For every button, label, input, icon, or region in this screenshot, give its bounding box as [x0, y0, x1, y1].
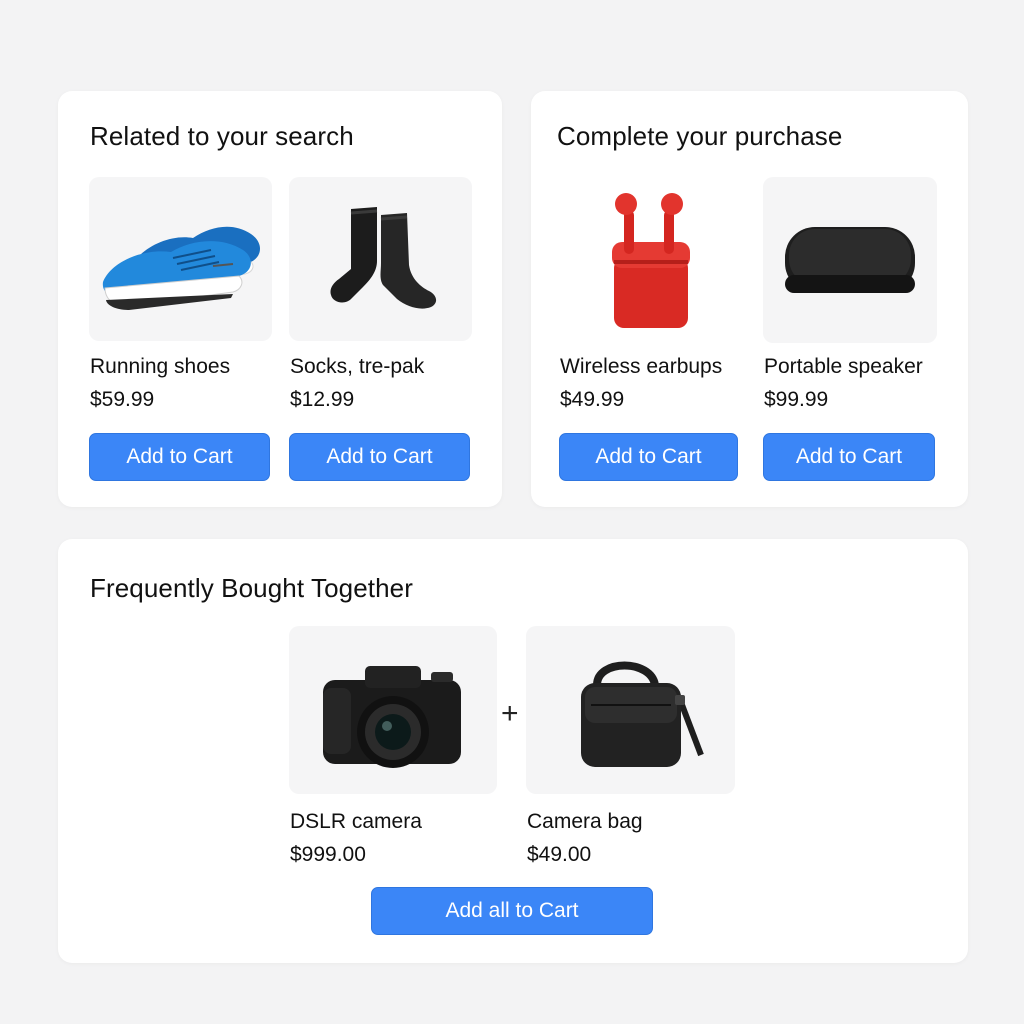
product-dslr-camera: DSLR camera $999.00: [289, 626, 497, 876]
product-camera-bag: Camera bag $49.00: [526, 626, 735, 876]
add-to-cart-button[interactable]: Add to Cart: [289, 433, 470, 481]
speaker-image[interactable]: [763, 177, 937, 343]
together-card: Frequently Bought Together DSLR camera $…: [58, 539, 968, 963]
related-title: Related to your search: [90, 121, 354, 151]
product-price: $59.99: [90, 388, 155, 411]
product-earbuds: Wireless earbups $49.99 Add to Cart: [559, 177, 739, 482]
product-name: Portable speaker: [764, 355, 923, 378]
product-price: $49.99: [560, 388, 625, 411]
product-name: Wireless earbups: [560, 355, 723, 378]
add-to-cart-button[interactable]: Add to Cart: [89, 433, 270, 481]
product-price: $12.99: [290, 388, 355, 411]
earbuds-image[interactable]: [559, 177, 739, 341]
add-all-to-cart-button[interactable]: Add all to Cart: [371, 887, 653, 935]
product-name: Camera bag: [527, 810, 643, 833]
plus-sign: +: [501, 697, 519, 730]
product-price: $999.00: [290, 843, 366, 866]
socks-image[interactable]: [289, 177, 472, 341]
together-title: Frequently Bought Together: [90, 573, 414, 603]
dslr-camera-image[interactable]: [289, 626, 497, 794]
product-price: $49.00: [527, 843, 592, 866]
product-name: DSLR camera: [290, 810, 422, 833]
product-speaker: Portable speaker $99.99 Add to Cart: [763, 177, 937, 482]
complete-title: Complete your purchase: [557, 121, 843, 151]
product-price: $99.99: [764, 388, 829, 411]
running-shoes-image[interactable]: [89, 177, 272, 341]
add-to-cart-button[interactable]: Add to Cart: [763, 433, 935, 481]
add-to-cart-button[interactable]: Add to Cart: [559, 433, 738, 481]
product-running-shoes: Running shoes $59.99 Add to Cart: [89, 177, 272, 482]
related-card: Related to your search Running shoes $59…: [58, 91, 502, 507]
camera-bag-image[interactable]: [526, 626, 735, 794]
product-name: Socks, tre-pak: [290, 355, 425, 378]
complete-card: Complete your purchase Wireless earbups …: [531, 91, 968, 507]
product-name: Running shoes: [90, 355, 231, 378]
product-socks: Socks, tre-pak $12.99 Add to Cart: [289, 177, 472, 482]
